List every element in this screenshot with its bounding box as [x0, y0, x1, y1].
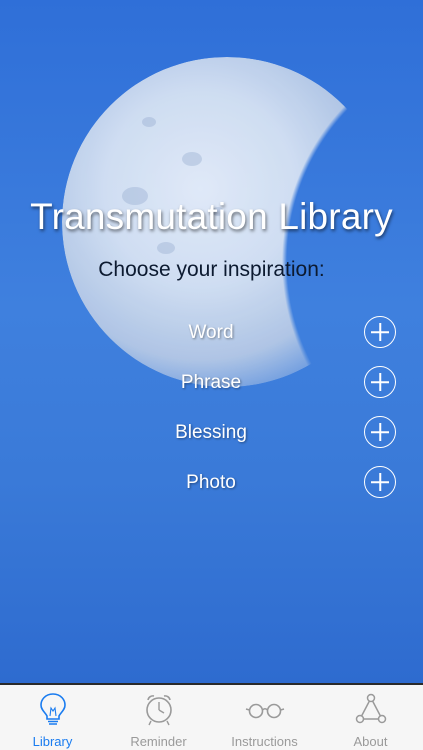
tab-reminder[interactable]: Reminder [106, 685, 211, 750]
alarm-clock-icon [145, 695, 172, 726]
tab-label: About [353, 734, 388, 749]
add-word-button[interactable] [364, 316, 396, 348]
network-triangle-icon [355, 693, 386, 724]
library-item-phrase: Phrase [0, 364, 423, 404]
tab-library[interactable]: Library [0, 685, 105, 750]
item-label: Word [188, 322, 234, 343]
add-phrase-button[interactable] [364, 366, 396, 398]
item-label: Photo [186, 472, 236, 493]
tab-about[interactable]: About [318, 685, 423, 750]
item-label: Phrase [180, 372, 242, 393]
item-label: Blessing [175, 422, 247, 443]
tab-bar: Library Reminder Instructions About [0, 683, 423, 750]
tab-instructions[interactable]: Instructions [212, 685, 317, 750]
page-title: Transmutation Library [30, 196, 393, 237]
lightbulb-icon [39, 693, 66, 725]
library-item-word: Word [0, 314, 423, 354]
tab-label: Reminder [130, 734, 187, 749]
tab-label: Library [32, 734, 73, 749]
library-item-blessing: Blessing [0, 414, 423, 454]
add-blessing-button[interactable] [364, 416, 396, 448]
glasses-icon [245, 703, 284, 719]
library-item-photo: Photo [0, 464, 423, 504]
add-photo-button[interactable] [364, 466, 396, 498]
tab-label: Instructions [231, 734, 298, 749]
page-subtitle: Choose your inspiration: [98, 258, 325, 281]
